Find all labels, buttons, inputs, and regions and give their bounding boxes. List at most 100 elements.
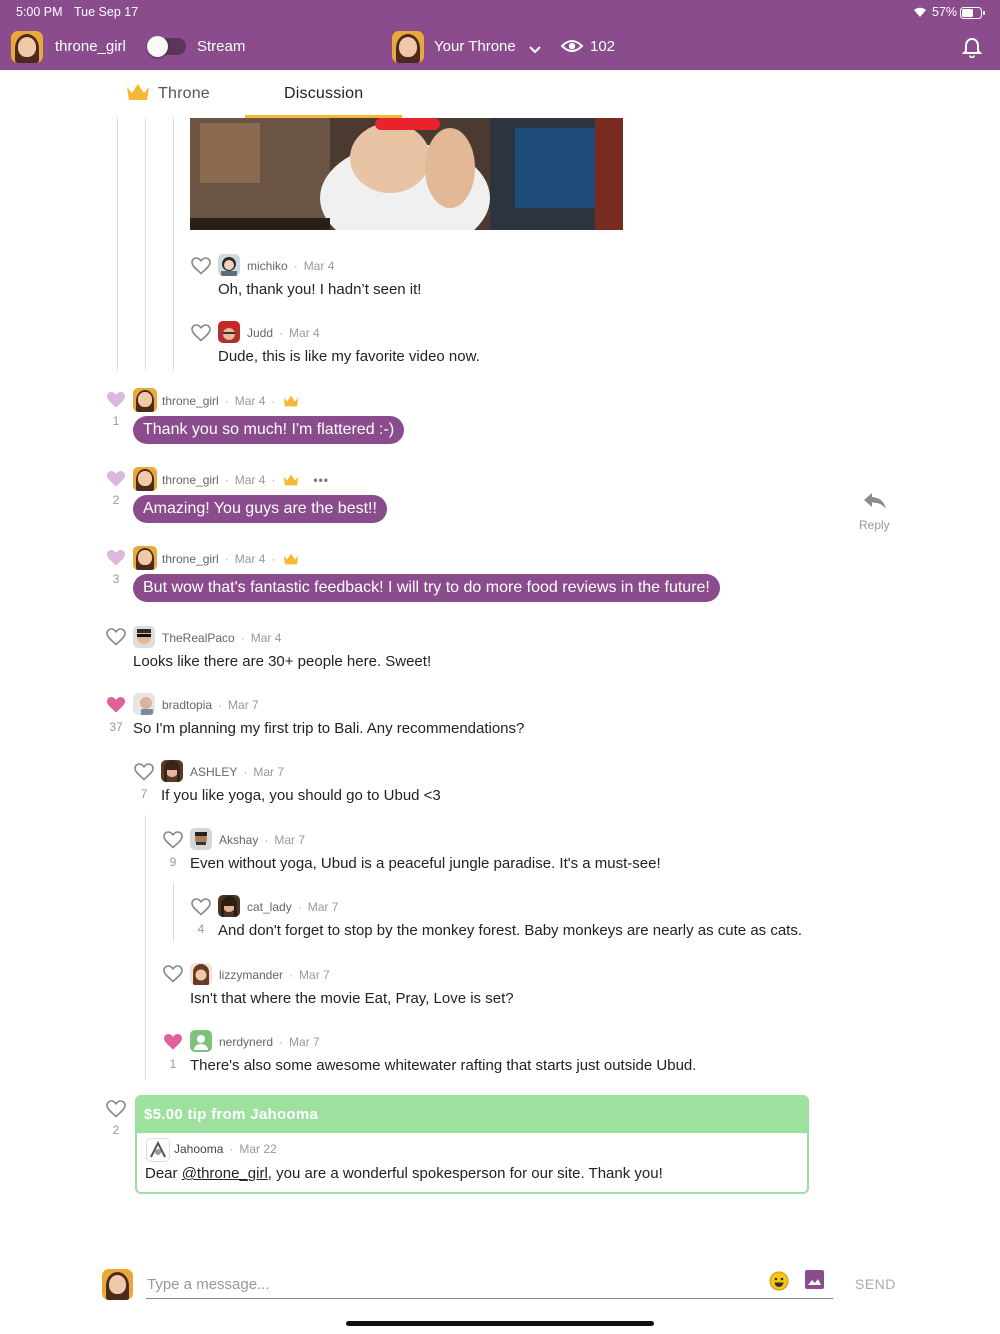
like-heart-icon[interactable]	[106, 696, 126, 714]
comment-username[interactable]: Jahooma	[174, 1142, 223, 1156]
tip-card: $5.00 tip from Jahooma Jahooma · Mar 22 De…	[135, 1095, 809, 1194]
reply-icon[interactable]	[863, 492, 887, 515]
comment-date: Mar 4	[234, 552, 266, 566]
comment-date: Mar 7	[289, 1035, 320, 1049]
crown-icon	[283, 395, 299, 410]
comment-text: So I'm planning my first trip to Bali. A…	[133, 720, 525, 737]
video-thumbnail[interactable]	[190, 118, 623, 230]
home-indicator	[346, 1321, 654, 1326]
status-date: Tue Sep 17	[74, 5, 139, 19]
like-heart-icon[interactable]	[191, 324, 211, 342]
comment-username[interactable]: throne_girl	[162, 473, 219, 487]
thread-line	[173, 118, 174, 370]
creator-comment-bubble: But wow that's fantastic feedback! I wil…	[133, 574, 720, 602]
comment-username[interactable]: cat_lady	[247, 900, 292, 914]
comment-username[interactable]: throne_girl	[162, 552, 219, 566]
crown-icon	[283, 553, 299, 568]
comment-text: If you like yoga, you should go to Ubud …	[161, 787, 441, 804]
comment-username[interactable]: bradtopia	[162, 698, 212, 712]
tab-discussion[interactable]: Discussion	[284, 85, 363, 103]
comment-username[interactable]: lizzymander	[219, 968, 283, 982]
like-heart-icon[interactable]	[106, 628, 126, 646]
comment-username[interactable]: TheRealPaco	[162, 631, 235, 645]
throne-avatar[interactable]	[392, 31, 424, 63]
tab-throne[interactable]: Throne	[158, 85, 210, 103]
stream-toggle[interactable]	[147, 36, 186, 57]
avatar[interactable]	[133, 388, 157, 412]
like-count: 2	[112, 493, 120, 507]
avatar[interactable]	[161, 760, 183, 782]
status-time: 5:00 PM	[16, 5, 63, 19]
composer-avatar	[102, 1269, 133, 1300]
like-count: 2	[112, 1123, 120, 1137]
avatar[interactable]	[146, 1138, 170, 1162]
like-count: 3	[112, 572, 120, 586]
avatar[interactable]	[218, 895, 240, 917]
comment-username[interactable]: Judd	[247, 326, 273, 340]
app-header: 5:00 PM Tue Sep 17 57% throne_girl Strea…	[0, 0, 1000, 70]
comment-date: Mar 7	[299, 968, 330, 982]
tip-message: Dear @throne_girl, you are a wonderful s…	[145, 1165, 663, 1182]
like-heart-icon[interactable]	[106, 549, 126, 567]
comment-date: Mar 22	[239, 1142, 277, 1156]
comment-meta: Judd · Mar 4	[247, 326, 320, 340]
comment-meta: cat_lady · Mar 7	[247, 900, 339, 914]
like-heart-icon[interactable]	[163, 965, 183, 983]
wifi-icon	[912, 5, 928, 23]
comment-text: Oh, thank you! I hadn’t seen it!	[218, 281, 422, 298]
like-heart-icon[interactable]	[134, 763, 154, 781]
comment-username[interactable]: michiko	[247, 259, 288, 273]
image-icon[interactable]	[805, 1270, 824, 1294]
chevron-down-icon[interactable]	[528, 42, 542, 60]
comment-text: Even without yoga, Ubud is a peaceful ju…	[190, 855, 661, 872]
comment-meta: bradtopia · Mar 7	[162, 698, 259, 712]
avatar[interactable]	[133, 546, 157, 570]
avatar[interactable]	[190, 963, 212, 985]
comment-text: Dude, this is like my favorite video now…	[218, 348, 480, 365]
avatar[interactable]	[218, 321, 240, 343]
emoji-icon[interactable]	[769, 1271, 789, 1296]
bell-icon[interactable]	[961, 37, 983, 63]
crown-icon	[126, 83, 150, 106]
like-count: 1	[112, 414, 120, 428]
crown-icon	[283, 474, 299, 489]
comment-date: Mar 4	[234, 473, 266, 487]
thread-line	[117, 118, 118, 370]
like-heart-icon[interactable]	[106, 391, 126, 409]
avatar[interactable]	[190, 1030, 212, 1052]
avatar[interactable]	[218, 254, 240, 276]
comment-text: Isn't that where the movie Eat, Pray, Lo…	[190, 990, 514, 1007]
user-avatar[interactable]	[11, 31, 43, 63]
mention-link[interactable]: @throne_girl	[182, 1165, 268, 1182]
throne-selector-label[interactable]: Your Throne	[434, 38, 516, 55]
more-options-icon[interactable]: •••	[313, 473, 329, 487]
comment-username[interactable]: Akshay	[219, 833, 258, 847]
comment-username[interactable]: nerdynerd	[219, 1035, 273, 1049]
like-heart-icon[interactable]	[191, 898, 211, 916]
avatar[interactable]	[190, 828, 212, 850]
message-input[interactable]	[146, 1270, 833, 1299]
comment-meta: Jahooma · Mar 22	[174, 1142, 277, 1156]
thread-line	[145, 815, 146, 1080]
creator-comment-bubble: Amazing! You guys are the best!!	[133, 495, 387, 523]
like-heart-icon[interactable]	[106, 470, 126, 488]
avatar[interactable]	[133, 693, 155, 715]
like-heart-icon[interactable]	[191, 257, 211, 275]
like-heart-icon[interactable]	[163, 831, 183, 849]
thread-line	[173, 882, 174, 942]
comment-username[interactable]: ASHLEY	[190, 765, 237, 779]
tip-text: , you are a wonderful spokesperson for o…	[267, 1165, 663, 1182]
like-heart-icon[interactable]	[163, 1033, 183, 1051]
send-button[interactable]: SEND	[855, 1276, 896, 1292]
avatar[interactable]	[133, 626, 155, 648]
like-heart-icon[interactable]	[106, 1100, 126, 1118]
tip-text: Dear	[145, 1165, 182, 1182]
avatar[interactable]	[133, 467, 157, 491]
creator-comment-bubble: Thank you so much! I'm flattered :-)	[133, 416, 405, 444]
comment-username[interactable]: throne_girl	[162, 394, 219, 408]
comment-date: Mar 7	[274, 833, 306, 847]
comment-text: Looks like there are 30+ people here. Sw…	[133, 653, 432, 670]
tip-title: $5.00 tip from Jahooma	[137, 1097, 807, 1133]
reply-label[interactable]: Reply	[859, 518, 890, 532]
header-username[interactable]: throne_girl	[55, 38, 126, 55]
